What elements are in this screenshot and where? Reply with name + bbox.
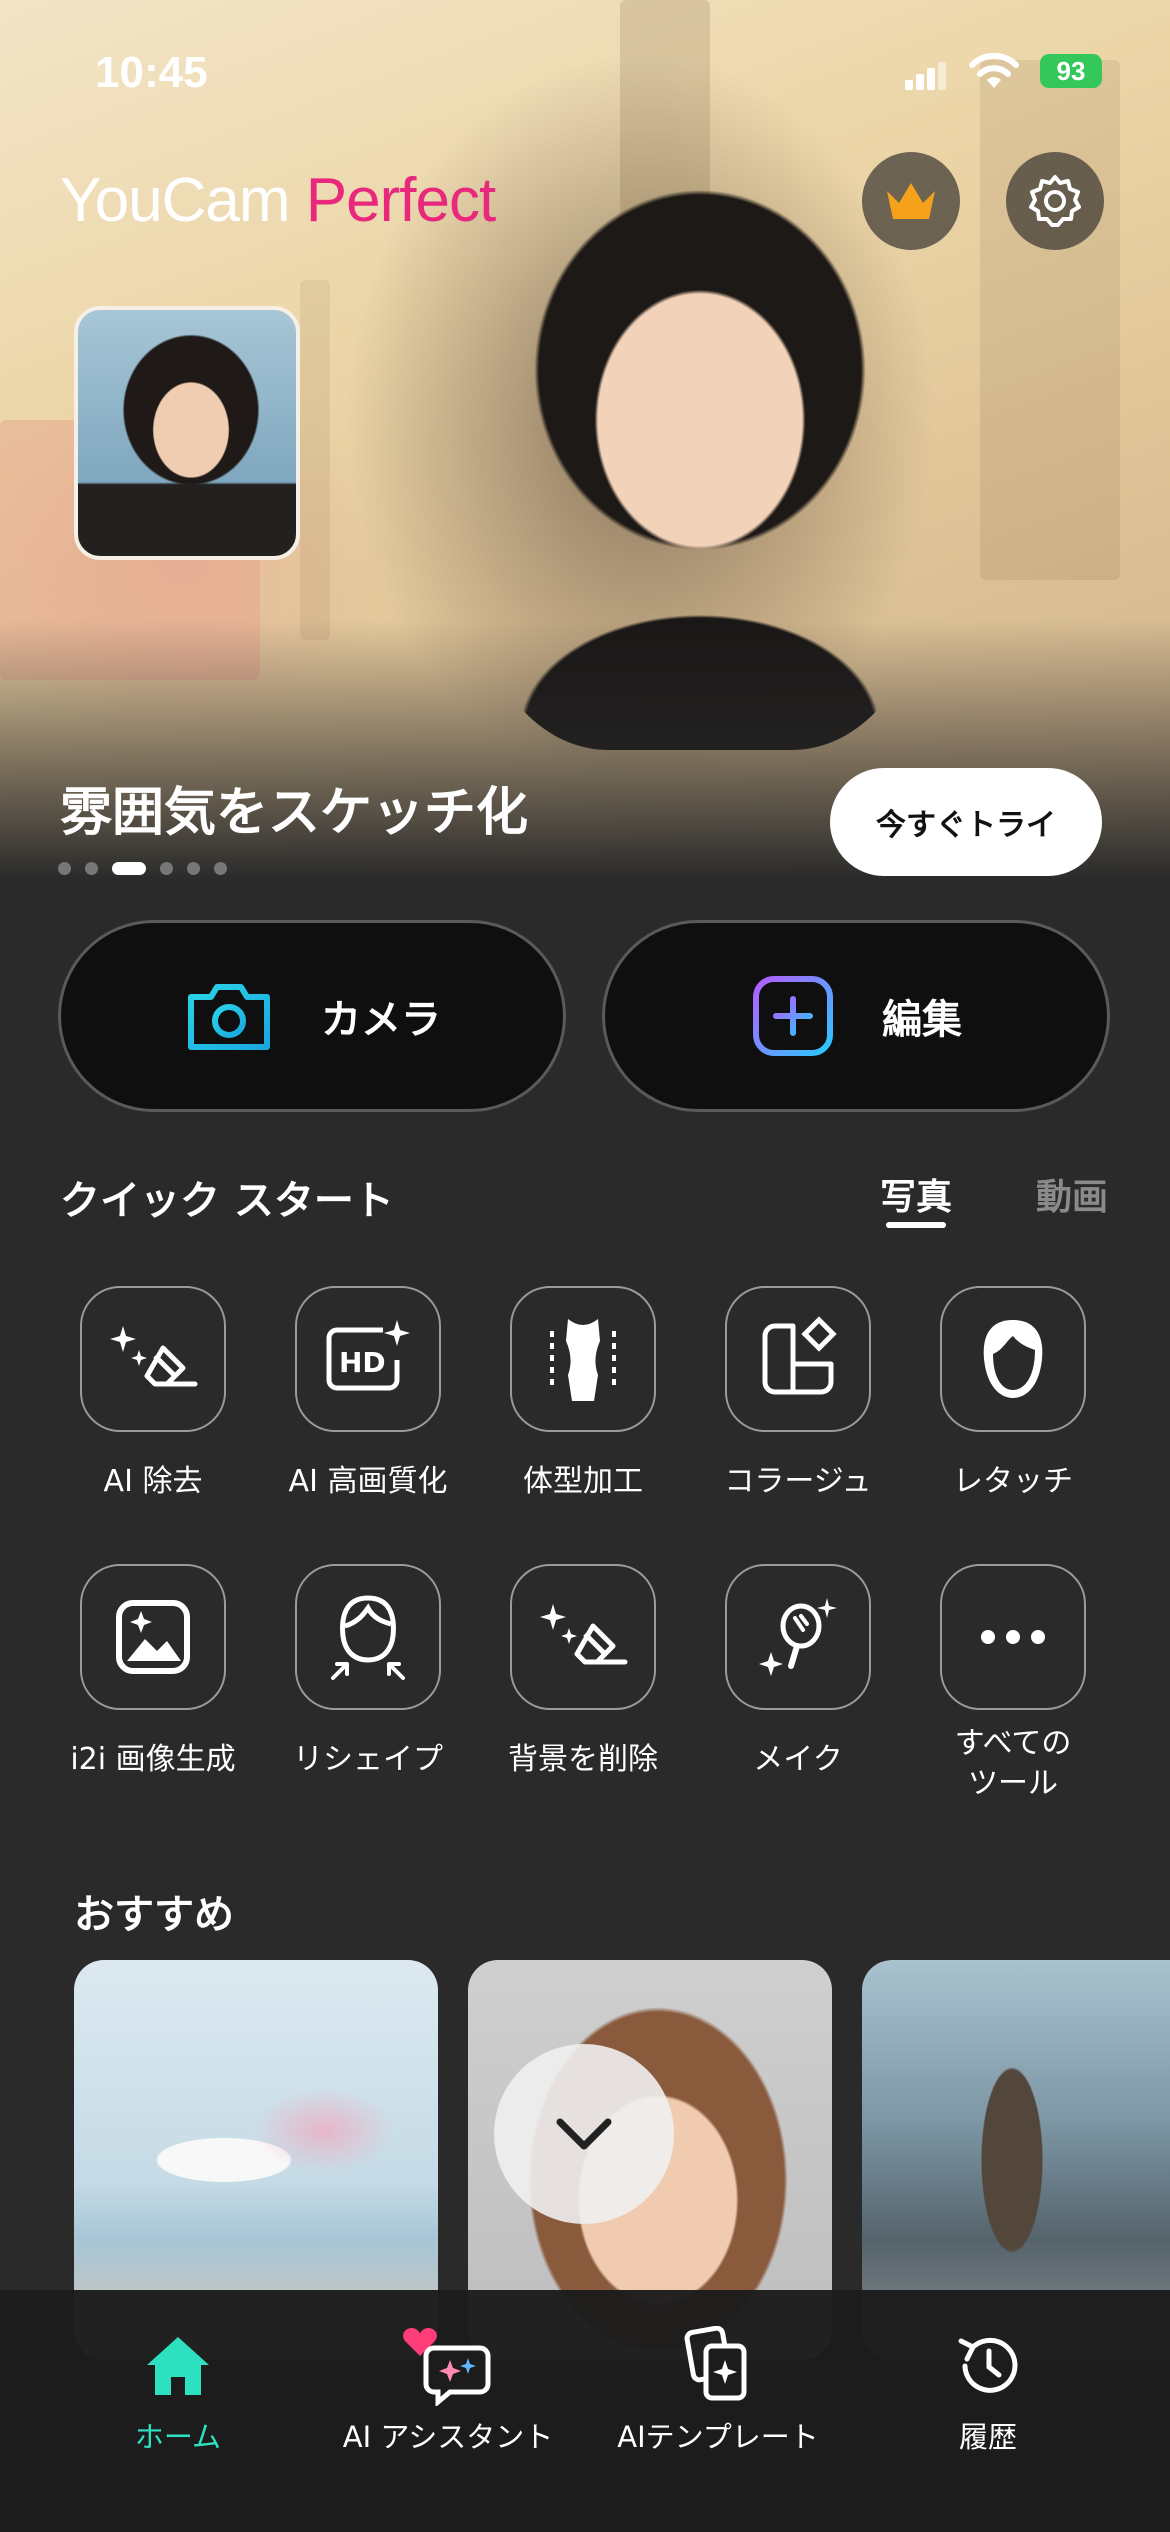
- tool-label: リシェイプ: [293, 1742, 443, 1777]
- recommended-title: おすすめ: [74, 1892, 234, 1938]
- ai-assistant-icon: [403, 2328, 491, 2406]
- tool-label: コラージュ: [724, 1464, 872, 1499]
- cellular-signal-icon: [905, 62, 946, 90]
- collage-icon: [762, 1316, 837, 1395]
- status-time: 10:45: [95, 48, 208, 97]
- tool-collage[interactable]: コラージュ: [698, 1286, 898, 1502]
- history-icon: [958, 2337, 1018, 2393]
- tool-label: すべての ツール: [954, 1726, 1072, 1801]
- logo-text-perfect: Perfect: [305, 166, 496, 235]
- camera-label: カメラ: [321, 997, 441, 1043]
- camera-icon: [188, 984, 270, 1050]
- tab-history-label: 履歴: [958, 2420, 1017, 2454]
- page-dot: [187, 862, 200, 875]
- wifi-icon: [969, 52, 1019, 88]
- home-icon: [147, 2337, 209, 2395]
- tab-ai-template[interactable]: AIテンプレート: [588, 2326, 848, 2456]
- reshape-icon: [331, 1595, 405, 1680]
- tool-label: i2i 画像生成: [70, 1742, 236, 1777]
- tool-all-tools[interactable]: すべての ツール: [913, 1564, 1113, 1804]
- banner-page-indicator[interactable]: [58, 862, 227, 875]
- edit-button[interactable]: 編集: [602, 920, 1110, 1112]
- tool-label: 背景を削除: [508, 1742, 658, 1777]
- sparkle-eraser-icon: [110, 1326, 198, 1387]
- tool-label: 体型加工: [523, 1464, 643, 1499]
- crown-icon: [887, 183, 935, 219]
- try-now-button[interactable]: 今すぐトライ: [830, 768, 1102, 876]
- tool-label: レタッチ: [953, 1464, 1073, 1499]
- tab-ai-assistant-label: AI アシスタント: [342, 2420, 554, 2454]
- tab-history[interactable]: 履歴: [858, 2328, 1118, 2456]
- tool-label: メイク: [753, 1742, 843, 1777]
- tool-ai-remove[interactable]: AI 除去: [53, 1286, 253, 1502]
- camera-button[interactable]: カメラ: [58, 920, 566, 1112]
- page-dot: [160, 862, 173, 875]
- tool-retouch[interactable]: レタッチ: [913, 1286, 1113, 1502]
- page-dot: [58, 862, 71, 875]
- status-bar: 10:45 93: [0, 40, 1170, 110]
- battery-indicator: 93: [1040, 54, 1102, 88]
- tool-i2i-generate[interactable]: i2i 画像生成: [53, 1564, 253, 1780]
- chevron-down-icon: [556, 2118, 612, 2150]
- image-generate-icon: [116, 1600, 190, 1674]
- page-dot: [85, 862, 98, 875]
- settings-button[interactable]: [1006, 152, 1104, 250]
- page-dot-active: [112, 862, 146, 875]
- background-remove-icon: [540, 1604, 628, 1665]
- tab-home[interactable]: ホーム: [48, 2328, 308, 2456]
- body-shape-icon: [550, 1319, 616, 1401]
- gear-icon: [1029, 175, 1081, 227]
- app-logo: YouCam Perfect: [60, 165, 496, 236]
- tab-ai-assistant[interactable]: AI アシスタント: [318, 2328, 578, 2456]
- tool-reshape[interactable]: リシェイプ: [268, 1564, 468, 1780]
- tool-label: AI 高画質化: [288, 1464, 448, 1499]
- tab-home-label: ホーム: [134, 2420, 222, 2454]
- tool-ai-enhance[interactable]: HD AI 高画質化: [268, 1286, 468, 1502]
- banner-before-thumbnail: [74, 306, 300, 560]
- tab-photo-underline: [886, 1222, 946, 1228]
- battery-percent: 93: [1056, 56, 1086, 86]
- scroll-down-button[interactable]: [494, 2044, 674, 2224]
- hd-icon: HD: [326, 1320, 410, 1391]
- tool-makeup[interactable]: メイク: [698, 1564, 898, 1780]
- more-dots-icon: [981, 1630, 1045, 1644]
- ai-template-icon: [684, 2326, 747, 2401]
- edit-label: 編集: [882, 997, 962, 1043]
- quick-start-title: クイック スタート: [60, 1178, 394, 1224]
- banner-title: 雰囲気をスケッチ化: [60, 783, 529, 843]
- premium-crown-button[interactable]: [862, 152, 960, 250]
- makeup-mirror-icon: [759, 1598, 837, 1676]
- face-retouch-icon: [983, 1320, 1043, 1398]
- logo-text-youcam: YouCam: [60, 166, 306, 235]
- tool-body-shape[interactable]: 体型加工: [483, 1286, 683, 1502]
- add-edit-icon: [753, 976, 833, 1056]
- tab-photo[interactable]: 写真: [880, 1168, 952, 1220]
- tool-label: AI 除去: [103, 1464, 203, 1499]
- svg-text:HD: HD: [339, 1346, 386, 1379]
- tool-remove-background[interactable]: 背景を削除: [483, 1564, 683, 1780]
- tab-video[interactable]: 動画: [1036, 1168, 1108, 1220]
- tab-ai-template-label: AIテンプレート: [617, 2420, 819, 2454]
- bottom-tab-bar: ホーム AI アシスタント AIテンプレート 履歴: [0, 2290, 1170, 2532]
- page-dot: [214, 862, 227, 875]
